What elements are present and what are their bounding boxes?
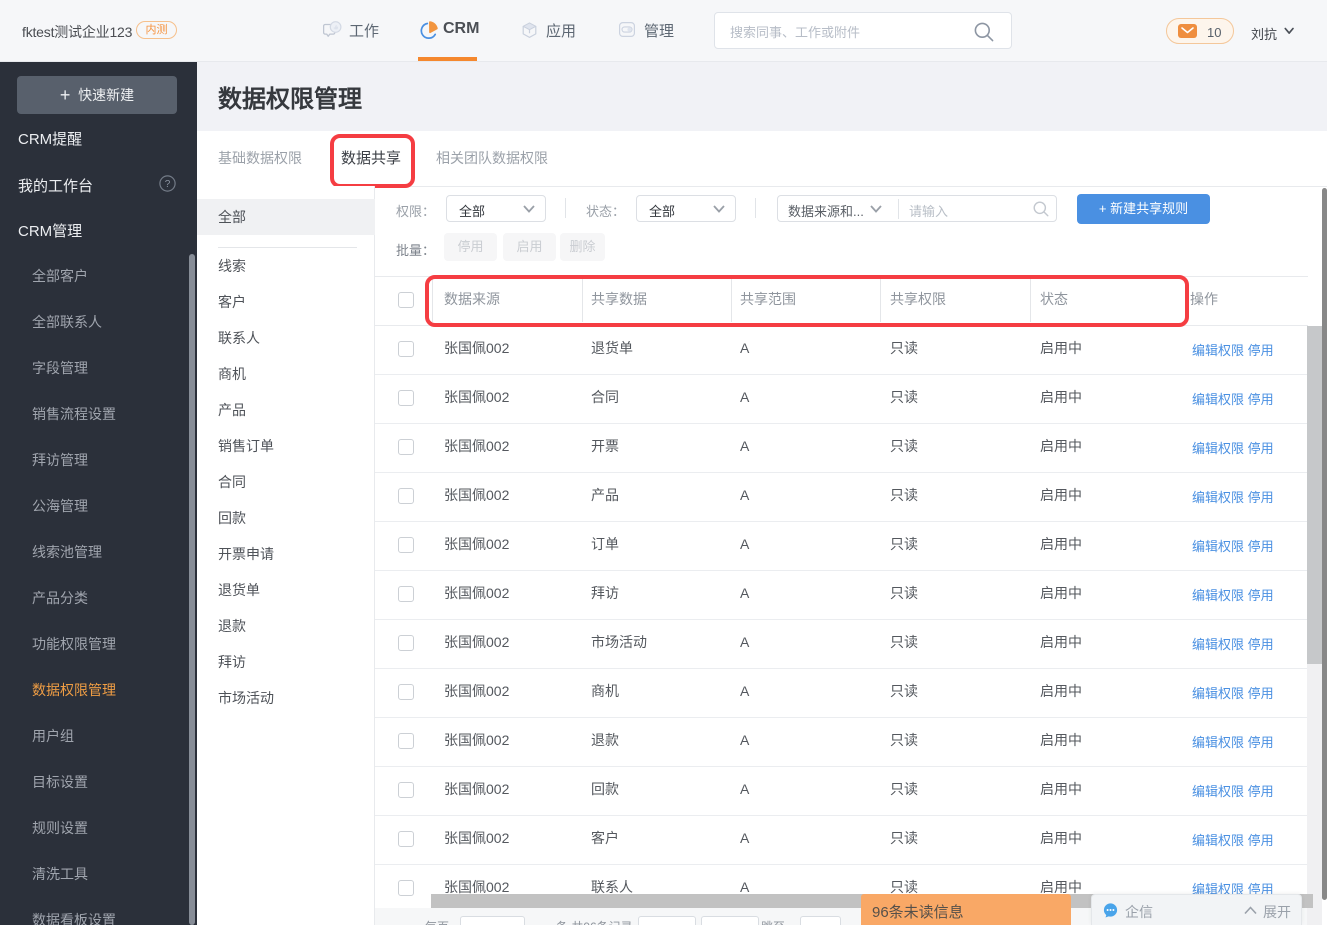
svg-text:?: ?	[165, 179, 171, 190]
